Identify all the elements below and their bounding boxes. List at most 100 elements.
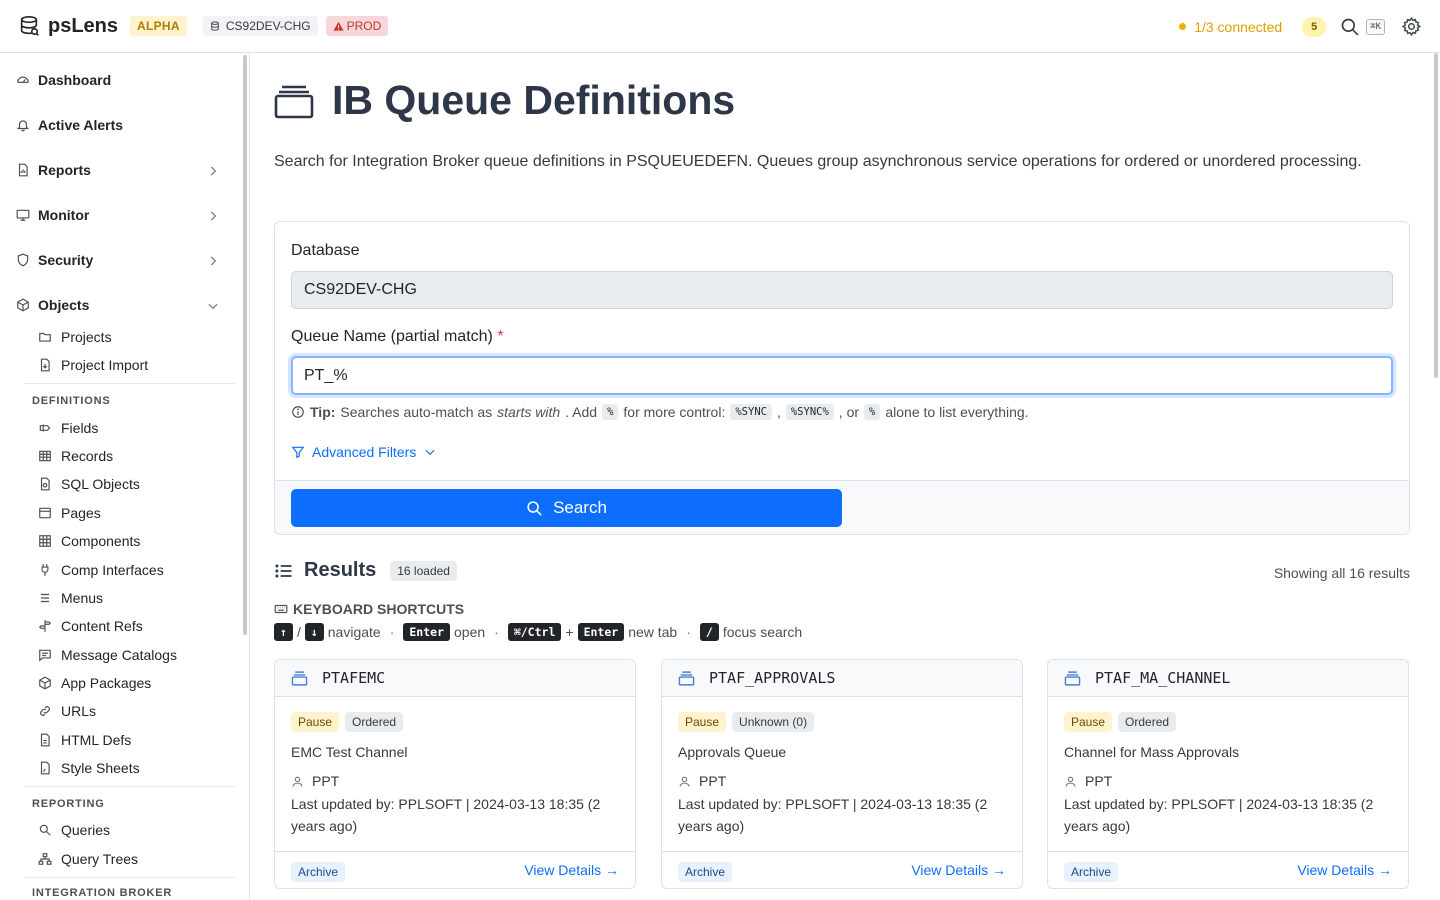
tip-text: . Add [565, 404, 598, 420]
required-mark: * [497, 328, 504, 345]
sidebar-item-objects[interactable]: Objects [16, 294, 228, 316]
sidebar-item-label: Style Sheets [61, 760, 140, 776]
topbar-actions: 1/3 connected 5 ⌘K [1179, 0, 1422, 53]
results-title: Results [304, 559, 377, 581]
status-badge: Pause [1064, 712, 1113, 732]
sidebar-item-label: Pages [61, 505, 101, 521]
result-card[interactable]: PTAFEMC Pause Ordered EMC Test Channel P… [274, 659, 636, 889]
sidebar-item-label: Content Refs [61, 618, 143, 634]
warning-icon [333, 21, 344, 31]
tip-text: , [776, 404, 781, 420]
result-card-header: PTAFEMC [275, 660, 635, 697]
tip-text: , or [838, 404, 860, 420]
sidebar-divider [24, 383, 236, 384]
queue-name: PTAF_APPROVALS [709, 669, 836, 687]
view-details-link[interactable]: View Details → [524, 862, 619, 878]
key-down: ↓ [304, 623, 324, 641]
search-icon[interactable] [1340, 17, 1360, 37]
sidebar-item-monitor[interactable]: Monitor [16, 204, 228, 226]
sidebar-item-sql-objects[interactable]: SQL Objects [38, 473, 140, 495]
loaded-count-badge: 16 loaded [390, 560, 457, 581]
sidebar-item-fields[interactable]: Fields [38, 417, 98, 439]
shortcut-desc: open [454, 624, 486, 640]
key-up: ↑ [274, 623, 293, 641]
notification-count-badge[interactable]: 5 [1302, 16, 1327, 37]
shortcut-dot: · [686, 624, 691, 640]
sidebar-item-label: Fields [61, 420, 99, 436]
sidebar-item-menus[interactable]: Menus [38, 587, 103, 609]
status-badge: Pause [291, 712, 340, 732]
tip-code: % [864, 404, 881, 420]
queue-owner: PPT [1064, 773, 1112, 789]
sidebar-item-label: Objects [38, 297, 90, 313]
gear-icon[interactable] [1401, 16, 1422, 37]
sidebar-scrollbar[interactable] [243, 55, 247, 635]
sidebar-item-html-defs[interactable]: HTML Defs [38, 729, 131, 751]
key-enter: Enter [403, 623, 450, 641]
result-card-badges: Pause Ordered [291, 712, 404, 732]
sidebar-item-label: Components [61, 533, 141, 549]
database-badge[interactable]: CS92DEV-CHG [202, 16, 318, 36]
sidebar-item-message-catalogs[interactable]: Message Catalogs [38, 644, 177, 666]
search-button[interactable]: Search [291, 489, 842, 527]
order-badge: Ordered [345, 712, 404, 732]
view-details-link[interactable]: View Details → [911, 862, 1006, 878]
sidebar-item-label: App Packages [61, 675, 152, 691]
sidebar-item-content-refs[interactable]: Content Refs [38, 615, 143, 637]
shortcut-desc: navigate [327, 624, 381, 640]
search-icon [39, 824, 51, 836]
result-card[interactable]: PTAF_APPROVALS Pause Unknown (0) Approva… [661, 659, 1023, 889]
main-scrollbar[interactable] [1434, 53, 1438, 378]
result-card[interactable]: PTAF_MA_CHANNEL Pause Ordered Channel fo… [1047, 659, 1409, 889]
sidebar-item-app-packages[interactable]: App Packages [38, 672, 151, 694]
sidebar-item-components[interactable]: Components [38, 530, 140, 552]
sidebar-item-label: Security [38, 252, 94, 268]
box-icon [17, 298, 29, 312]
sidebar-item-reports[interactable]: Reports [16, 159, 228, 181]
user-icon [1065, 776, 1076, 786]
file-css-icon [40, 761, 50, 775]
sidebar-item-queries[interactable]: Queries [38, 819, 110, 841]
database-icon [211, 21, 219, 31]
sidebar-item-pages[interactable]: Pages [38, 502, 101, 524]
keyboard-shortcuts-title: KEYBOARD SHORTCUTS [274, 601, 464, 617]
sidebar-divider [24, 877, 236, 878]
queue-description: Approvals Queue [678, 744, 787, 760]
sidebar-item-records[interactable]: Records [38, 445, 113, 467]
sidebar-item-query-trees[interactable]: Query Trees [38, 848, 138, 870]
brand[interactable]: psLens [18, 15, 118, 38]
sidebar-item-projects[interactable]: Projects [38, 326, 112, 348]
queue-stack-icon [274, 85, 314, 118]
queue-name-label: Queue Name (partial match) * [291, 328, 504, 346]
sidebar-item-security[interactable]: Security [16, 249, 228, 271]
sidebar-item-project-import[interactable]: Project Import [38, 354, 148, 376]
search-icon [527, 500, 542, 516]
keyboard-shortcuts: ↑ / ↓ navigate · Enter open · ⌘/Ctrl + E… [274, 623, 802, 641]
sidebar-section-definitions: DEFINITIONS [32, 395, 111, 407]
queue-name-input[interactable] [291, 356, 1393, 395]
chevron-right-icon [210, 211, 217, 221]
command-palette-shortcut[interactable]: ⌘K [1366, 18, 1385, 35]
archive-badge: Archive [678, 862, 733, 882]
shortcut-desc: focus search [722, 624, 803, 640]
sidebar-item-style-sheets[interactable]: Style Sheets [38, 757, 140, 779]
field-icon [39, 424, 51, 432]
sidebar-item-comp-interfaces[interactable]: Comp Interfaces [38, 559, 164, 581]
sidebar-item-label: Records [61, 448, 114, 464]
database-label: Database [291, 242, 360, 259]
sidebar-item-urls[interactable]: URLs [38, 700, 96, 722]
sidebar-item-label: SQL Objects [61, 476, 140, 492]
tip-text: alone to list everything. [885, 404, 1029, 420]
tip-emphasis: starts with [497, 404, 561, 420]
advanced-filters-toggle[interactable]: Advanced Filters [291, 444, 437, 460]
sidebar-item-dashboard[interactable]: Dashboard [16, 69, 228, 91]
shortcut-desc: new tab [628, 624, 678, 640]
menu-icon [40, 593, 50, 603]
info-circle-icon [292, 406, 304, 418]
sidebar-item-active-alerts[interactable]: Active Alerts [16, 114, 228, 136]
connection-status[interactable]: 1/3 connected [1194, 19, 1282, 35]
search-form-card: Database CS92DEV-CHG Queue Name (partial… [274, 221, 1410, 535]
sidebar-item-label: Message Catalogs [61, 647, 177, 663]
chevron-down-icon [208, 303, 218, 310]
view-details-link[interactable]: View Details → [1297, 862, 1392, 878]
